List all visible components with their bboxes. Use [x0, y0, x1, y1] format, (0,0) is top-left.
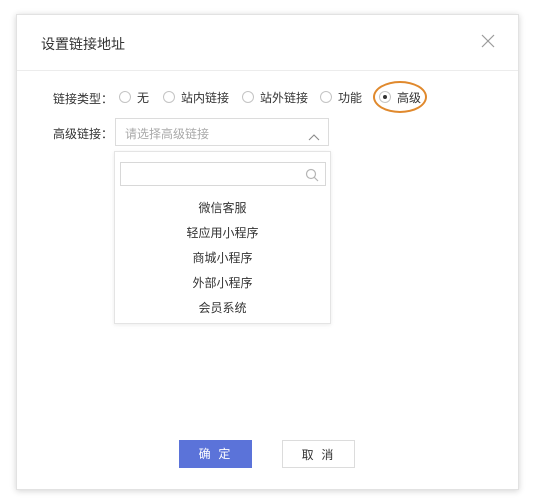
- dropdown-list: 微信客服 轻应用小程序 商城小程序 外部小程序 会员系统: [115, 196, 330, 321]
- link-type-label: 链接类型：: [53, 92, 114, 106]
- radio-function-circle[interactable]: [320, 91, 332, 103]
- close-icon[interactable]: [478, 31, 498, 51]
- radio-function-label: 功能: [338, 90, 363, 105]
- dropdown-search-input[interactable]: [121, 163, 313, 185]
- dialog-header: 设置链接地址: [17, 15, 518, 71]
- dropdown-item-member-system[interactable]: 会员系统: [115, 296, 330, 321]
- radio-none-label: 无: [137, 90, 150, 105]
- radio-internal-link-circle[interactable]: [163, 91, 175, 103]
- radio-external-link[interactable]: 站外链接: [242, 87, 308, 107]
- radio-internal-link-label: 站内链接: [181, 90, 230, 105]
- cancel-button[interactable]: 取 消: [282, 440, 355, 468]
- highlight-ring: [373, 81, 427, 113]
- radio-none-circle[interactable]: [119, 91, 131, 103]
- radio-function[interactable]: 功能: [320, 87, 362, 107]
- advanced-link-dropdown: 微信客服 轻应用小程序 商城小程序 外部小程序 会员系统: [114, 151, 331, 324]
- dropdown-item-wechat-service[interactable]: 微信客服: [115, 196, 330, 221]
- dropdown-item-external-miniprogram[interactable]: 外部小程序: [115, 271, 330, 296]
- radio-none[interactable]: 无: [119, 87, 149, 107]
- radio-internal-link[interactable]: 站内链接: [163, 87, 229, 107]
- link-settings-dialog: 设置链接地址 链接类型： 无 站内链接 站外链接 功能 高级 高级链接： 请选择…: [16, 14, 519, 490]
- dialog-title: 设置链接地址: [41, 37, 125, 53]
- dropdown-item-mall-miniprogram[interactable]: 商城小程序: [115, 246, 330, 271]
- advanced-link-label: 高级链接：: [53, 127, 114, 141]
- search-icon[interactable]: [305, 167, 319, 182]
- confirm-button[interactable]: 确 定: [179, 440, 252, 468]
- advanced-link-placeholder: 请选择高级链接: [125, 127, 210, 141]
- radio-external-link-label: 站外链接: [260, 90, 309, 105]
- chevron-up-icon: [308, 128, 320, 141]
- radio-external-link-circle[interactable]: [242, 91, 254, 103]
- dropdown-item-light-app[interactable]: 轻应用小程序: [115, 221, 330, 246]
- advanced-link-select[interactable]: 请选择高级链接: [115, 118, 329, 146]
- dropdown-search: [120, 162, 326, 186]
